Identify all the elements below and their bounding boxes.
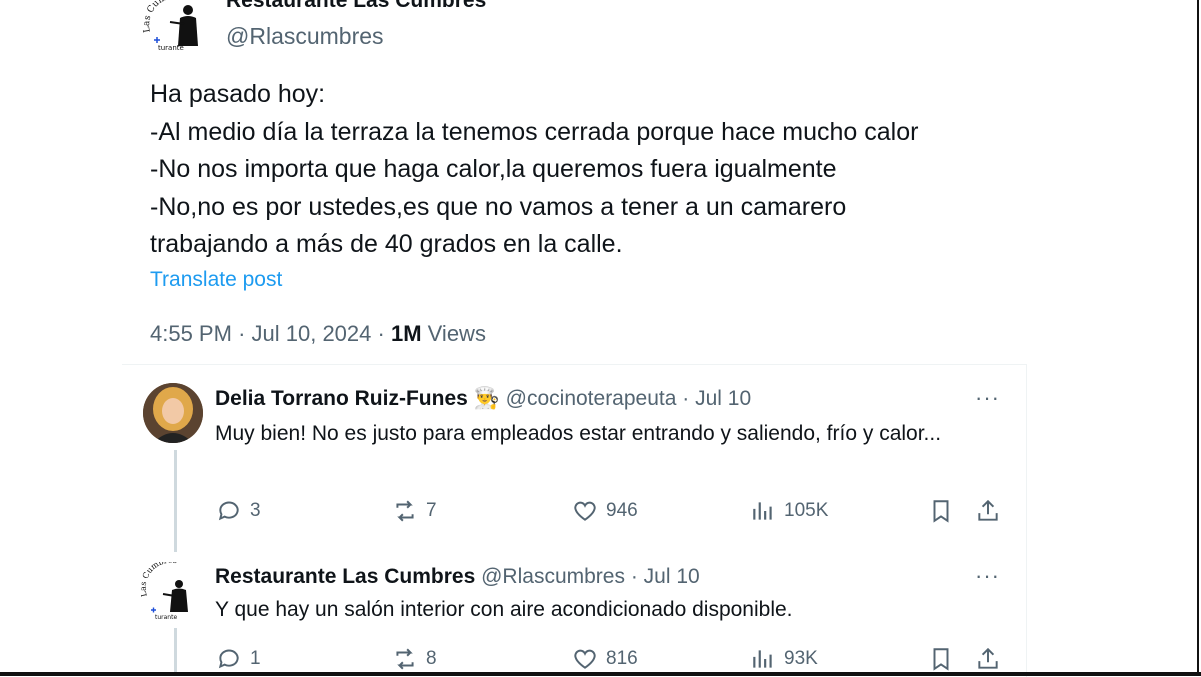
reply-avatar[interactable] xyxy=(143,383,203,443)
views-button[interactable]: 93K xyxy=(750,646,818,672)
restaurant-logo-icon: Las Cumbres turante xyxy=(141,562,188,621)
meta-separator: · xyxy=(377,321,385,346)
reply-count: 1 xyxy=(250,648,261,669)
reply-date[interactable]: Jul 10 xyxy=(695,387,751,410)
meta-separator: · xyxy=(682,387,690,410)
meta-separator: · xyxy=(238,321,246,346)
view-count: 93K xyxy=(784,648,818,669)
heart-icon xyxy=(574,649,596,669)
reply-text: Muy bien! No es justo para empleados est… xyxy=(215,422,942,445)
views-count: 1M xyxy=(390,321,422,346)
chef-emoji-icon: 👨‍🍳 xyxy=(473,387,500,410)
views-button[interactable]: 105K xyxy=(750,498,828,524)
comment-icon xyxy=(218,649,239,669)
more-options-button[interactable]: ··· xyxy=(975,563,1000,589)
reply-header: Delia Torrano Ruiz-Funes 👨‍🍳 @cocinotera… xyxy=(215,386,751,412)
bookmark-button[interactable] xyxy=(928,498,954,529)
restaurant-logo-icon: Las Cumbres turante xyxy=(142,0,198,52)
reply-author-name[interactable]: Restaurante Las Cumbres xyxy=(215,565,475,588)
views-label: Views xyxy=(427,321,486,346)
translate-post-link[interactable]: Translate post xyxy=(150,268,282,292)
reply-button[interactable]: 3 xyxy=(216,498,261,524)
bookmark-icon xyxy=(933,500,949,523)
author-name[interactable]: Restaurante Las Cumbres xyxy=(226,0,486,14)
repost-button[interactable]: 7 xyxy=(392,498,437,524)
like-count: 946 xyxy=(606,500,638,521)
reply-handle[interactable]: @cocinoterapeuta xyxy=(506,387,677,410)
thread-line xyxy=(174,450,177,552)
share-icon xyxy=(978,647,998,669)
analytics-icon xyxy=(753,502,772,520)
reply-handle[interactable]: @Rlascumbres xyxy=(481,565,625,588)
reply-count: 3 xyxy=(250,500,261,521)
repost-count: 8 xyxy=(426,648,437,669)
post-line: -No nos importa que haga calor,la querem… xyxy=(150,155,837,183)
meta-separator: · xyxy=(630,565,638,588)
logo-small-text: turante xyxy=(155,614,177,621)
author-avatar[interactable]: Las Cumbres turante xyxy=(140,0,212,54)
repost-button[interactable]: 8 xyxy=(392,646,437,672)
like-button[interactable]: 946 xyxy=(572,498,638,524)
reply-avatar[interactable]: Las Cumbres turante xyxy=(141,562,201,622)
share-button[interactable] xyxy=(975,498,1001,529)
post-meta: 4:55 PM · Jul 10, 2024 · 1M Views xyxy=(150,321,486,347)
comment-icon xyxy=(218,501,239,521)
bookmark-icon xyxy=(933,648,949,671)
post-line: trabajando a más de 40 grados en la call… xyxy=(150,230,623,258)
reply-author-name[interactable]: Delia Torrano Ruiz-Funes xyxy=(215,387,468,410)
post-text: Ha pasado hoy: -Al medio día la terraza … xyxy=(150,76,1050,264)
repost-count: 7 xyxy=(426,500,437,521)
person-photo-icon xyxy=(143,383,203,443)
repost-icon xyxy=(396,500,414,522)
author-handle[interactable]: @Rlascumbres xyxy=(226,22,384,50)
post-date[interactable]: Jul 10, 2024 xyxy=(252,321,372,346)
view-count: 105K xyxy=(784,500,829,521)
post-time[interactable]: 4:55 PM xyxy=(150,321,232,346)
like-button[interactable]: 816 xyxy=(572,646,638,672)
like-count: 816 xyxy=(606,648,638,669)
page-margin-left xyxy=(0,0,128,676)
screenshot-border-bottom xyxy=(0,672,1201,676)
reply-date[interactable]: Jul 10 xyxy=(644,565,700,588)
reply-header: Restaurante Las Cumbres @Rlascumbres · J… xyxy=(215,564,700,590)
screenshot-border-right xyxy=(1197,0,1199,676)
post-line: Ha pasado hoy: xyxy=(150,80,326,108)
post-line: -No,no es por ustedes,es que no vamos a … xyxy=(150,192,847,221)
heart-icon xyxy=(574,501,596,521)
analytics-icon xyxy=(753,650,772,668)
reply-text: Y que hay un salón interior con aire aco… xyxy=(215,598,793,621)
share-icon xyxy=(978,499,998,521)
post-line: -Al medio día la terraza la tenemos cerr… xyxy=(150,117,919,146)
repost-icon xyxy=(396,648,414,670)
thread-line xyxy=(174,628,177,676)
more-options-button[interactable]: ··· xyxy=(975,385,1000,411)
logo-small-text: turante xyxy=(158,44,184,52)
reply-button[interactable]: 1 xyxy=(216,646,261,672)
